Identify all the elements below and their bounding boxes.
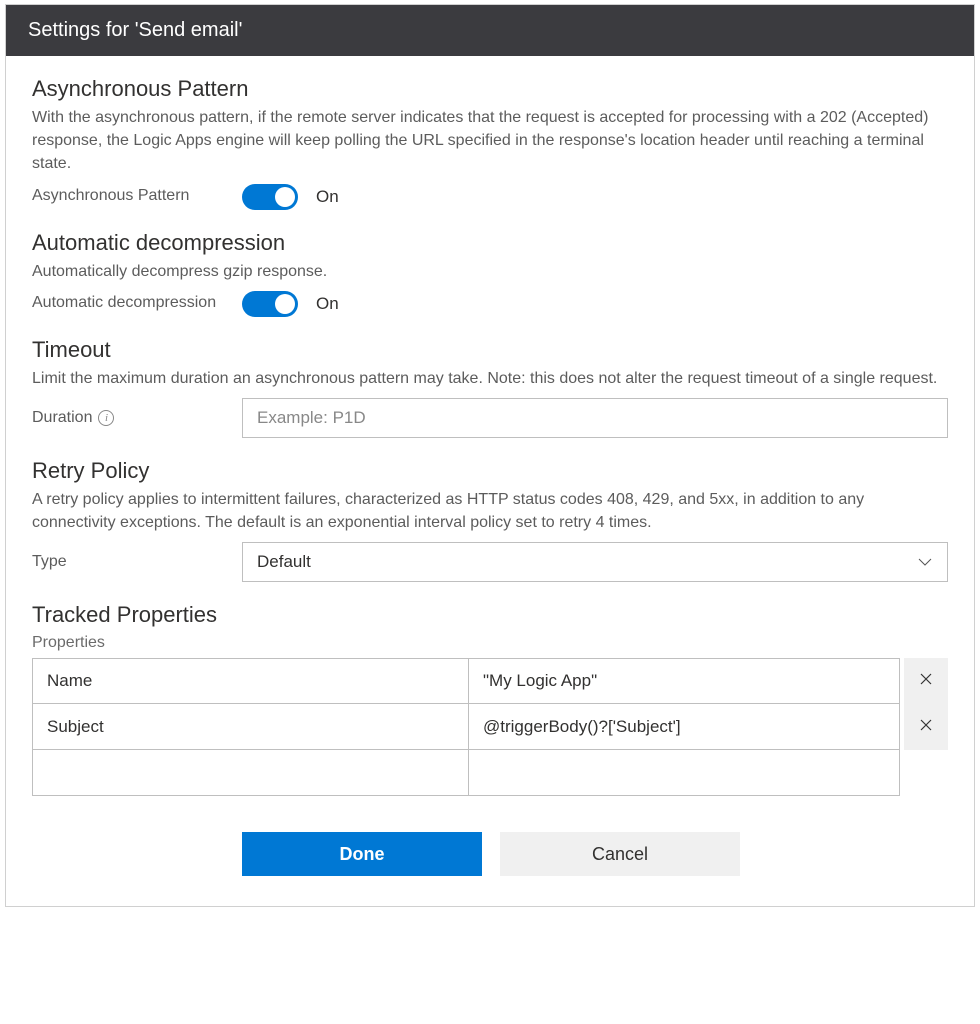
panel-body: Asynchronous Pattern With the asynchrono… [6, 56, 974, 906]
section-tracked-properties: Tracked Properties Properties Name "My L… [32, 602, 948, 796]
done-button[interactable]: Done [242, 832, 482, 876]
tracked-properties-table: Name "My Logic App" Subject @triggerBody… [32, 658, 948, 796]
tracked-row-empty [32, 750, 948, 796]
panel-title: Settings for 'Send email' [6, 5, 974, 56]
tracked-name-cell[interactable]: Name [32, 658, 468, 704]
tracked-row: Subject @triggerBody()?['Subject'] [32, 704, 948, 750]
section-timeout: Timeout Limit the maximum duration an as… [32, 337, 948, 438]
delete-row-placeholder [900, 750, 948, 796]
retry-description: A retry policy applies to intermittent f… [32, 488, 948, 534]
timeout-duration-label: Duration i [32, 408, 242, 429]
timeout-title: Timeout [32, 337, 948, 363]
delete-row-button[interactable] [904, 704, 948, 750]
retry-type-label: Type [32, 552, 242, 573]
duration-input[interactable] [242, 398, 948, 438]
decomp-title: Automatic decompression [32, 230, 948, 256]
delete-row-button[interactable] [904, 658, 948, 704]
async-toggle[interactable] [242, 184, 298, 210]
tracked-sublabel: Properties [32, 634, 948, 652]
close-icon [918, 671, 934, 692]
tracked-row: Name "My Logic App" [32, 658, 948, 704]
retry-type-selected: Default [257, 552, 311, 572]
chevron-down-icon [917, 554, 933, 570]
decomp-toggle[interactable] [242, 291, 298, 317]
tracked-title: Tracked Properties [32, 602, 948, 628]
decomp-toggle-label: Automatic decompression [32, 293, 242, 314]
tracked-value-cell[interactable] [468, 750, 900, 796]
retry-title: Retry Policy [32, 458, 948, 484]
tracked-value-cell[interactable]: @triggerBody()?['Subject'] [468, 704, 900, 750]
tracked-value-cell[interactable]: "My Logic App" [468, 658, 900, 704]
duration-label-text: Duration [32, 408, 92, 429]
section-retry-policy: Retry Policy A retry policy applies to i… [32, 458, 948, 582]
async-title: Asynchronous Pattern [32, 76, 948, 102]
settings-panel: Settings for 'Send email' Asynchronous P… [5, 4, 975, 907]
async-toggle-label: Asynchronous Pattern [32, 186, 242, 207]
section-async-pattern: Asynchronous Pattern With the asynchrono… [32, 76, 948, 210]
tracked-name-cell[interactable] [32, 750, 468, 796]
section-auto-decompression: Automatic decompression Automatically de… [32, 230, 948, 317]
dialog-buttons: Done Cancel [242, 832, 948, 876]
close-icon [918, 717, 934, 738]
decomp-toggle-state: On [316, 294, 339, 314]
async-toggle-state: On [316, 187, 339, 207]
timeout-description: Limit the maximum duration an asynchrono… [32, 367, 948, 390]
retry-type-select[interactable]: Default [242, 542, 948, 582]
async-description: With the asynchronous pattern, if the re… [32, 106, 948, 176]
info-icon[interactable]: i [98, 410, 114, 426]
cancel-button[interactable]: Cancel [500, 832, 740, 876]
tracked-name-cell[interactable]: Subject [32, 704, 468, 750]
decomp-description: Automatically decompress gzip response. [32, 260, 948, 283]
